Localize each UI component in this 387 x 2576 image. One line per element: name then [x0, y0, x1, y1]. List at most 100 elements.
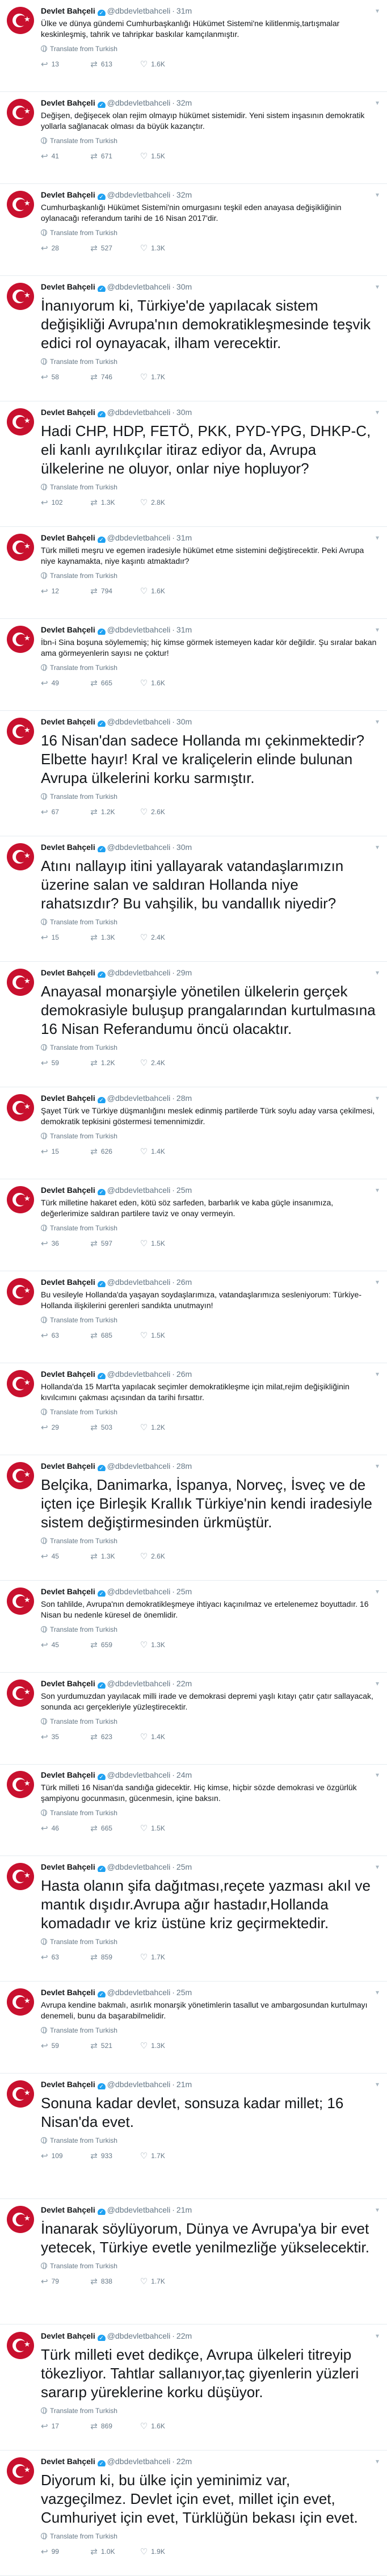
author-name[interactable]: Devlet Bahçeli [41, 408, 95, 417]
retweet-button[interactable]: ⇄ 623 [90, 1732, 138, 1742]
retweet-button[interactable]: ⇄ 613 [90, 59, 138, 69]
author-name[interactable]: Devlet Bahçeli [41, 2205, 95, 2214]
avatar[interactable]: ★ [7, 843, 34, 870]
retweet-button[interactable]: ⇄ 1.3K [90, 497, 138, 508]
chevron-down-icon[interactable]: ▾ [376, 1461, 379, 1471]
author-name[interactable]: Devlet Bahçeli [41, 190, 95, 199]
tweet[interactable]: ★ Devlet Bahçeli ✓ @dbdevletbahceli · 28m ▾ … [0, 1455, 387, 1581]
reply-button[interactable]: ↩ 12 [41, 586, 89, 596]
retweet-button[interactable]: ⇄ 1.2K [90, 1058, 138, 1068]
like-button[interactable]: ♡ 1.7K [140, 1952, 188, 1962]
like-button[interactable]: ♡ 1.4K [140, 1146, 188, 1157]
author-name[interactable]: Devlet Bahçeli [41, 1369, 95, 1379]
tweet-timestamp[interactable]: 30m [176, 843, 192, 852]
reply-button[interactable]: ↩ 46 [41, 1823, 89, 1833]
avatar[interactable]: ★ [7, 191, 34, 218]
chevron-down-icon[interactable]: ▾ [376, 717, 379, 727]
reply-button[interactable]: ↩ 28 [41, 243, 89, 253]
translate-link[interactable]: Translate from Turkish [41, 1408, 379, 1417]
author-name[interactable]: Devlet Bahçeli [41, 282, 95, 291]
author-handle[interactable]: @dbdevletbahceli [107, 533, 171, 542]
author-name[interactable]: Devlet Bahçeli [41, 1186, 95, 1195]
author-handle[interactable]: @dbdevletbahceli [107, 190, 171, 199]
author-handle[interactable]: @dbdevletbahceli [107, 2205, 171, 2214]
author-handle[interactable]: @dbdevletbahceli [107, 1862, 171, 1871]
chevron-down-icon[interactable]: ▾ [376, 2205, 379, 2215]
retweet-button[interactable]: ⇄ 794 [90, 586, 138, 596]
author-name[interactable]: Devlet Bahçeli [41, 1770, 95, 1779]
chevron-down-icon[interactable]: ▾ [376, 842, 379, 852]
translate-link[interactable]: Translate from Turkish [41, 2532, 379, 2541]
reply-button[interactable]: ↩ 58 [41, 372, 89, 382]
tweet[interactable]: ★ Devlet Bahçeli ✓ @dbdevletbahceli · 24m ▾ … [0, 1764, 387, 1856]
chevron-down-icon[interactable]: ▾ [376, 407, 379, 417]
chevron-down-icon[interactable]: ▾ [376, 2456, 379, 2466]
author-name[interactable]: Devlet Bahçeli [41, 1094, 95, 1103]
like-button[interactable]: ♡ 1.3K [140, 243, 188, 253]
retweet-button[interactable]: ⇄ 521 [90, 2041, 138, 2051]
translate-link[interactable]: Translate from Turkish [41, 1937, 379, 1946]
chevron-down-icon[interactable]: ▾ [376, 1586, 379, 1597]
author-handle[interactable]: @dbdevletbahceli [107, 282, 171, 291]
tweet[interactable]: ★ Devlet Bahçeli ✓ @dbdevletbahceli · 21m ▾ … [0, 2074, 387, 2199]
retweet-button[interactable]: ⇄ 838 [90, 2276, 138, 2286]
avatar[interactable]: ★ [7, 626, 34, 653]
author-handle[interactable]: @dbdevletbahceli [107, 1679, 171, 1688]
like-button[interactable]: ♡ 1.3K [140, 1640, 188, 1650]
translate-link[interactable]: Translate from Turkish [41, 571, 379, 580]
reply-button[interactable]: ↩ 59 [41, 1058, 89, 1068]
retweet-button[interactable]: ⇄ 671 [90, 151, 138, 161]
tweet-timestamp[interactable]: 22m [176, 2457, 192, 2466]
avatar[interactable]: ★ [7, 1094, 34, 1121]
tweet-timestamp[interactable]: 30m [176, 717, 192, 726]
author-name[interactable]: Devlet Bahçeli [41, 533, 95, 542]
author-name[interactable]: Devlet Bahçeli [41, 2080, 95, 2089]
translate-link[interactable]: Translate from Turkish [41, 228, 379, 237]
like-button[interactable]: ♡ 2.4K [140, 932, 188, 943]
chevron-down-icon[interactable]: ▾ [376, 1277, 379, 1287]
like-button[interactable]: ♡ 2.6K [140, 807, 188, 817]
tweet[interactable]: ★ Devlet Bahçeli ✓ @dbdevletbahceli · 28m ▾ … [0, 1087, 387, 1179]
author-name[interactable]: Devlet Bahçeli [41, 625, 95, 634]
translate-link[interactable]: Translate from Turkish [41, 1625, 379, 1634]
reply-button[interactable]: ↩ 79 [41, 2276, 89, 2286]
translate-link[interactable]: Translate from Turkish [41, 1132, 379, 1141]
author-name[interactable]: Devlet Bahçeli [41, 98, 95, 107]
retweet-button[interactable]: ⇄ 746 [90, 372, 138, 382]
translate-link[interactable]: Translate from Turkish [41, 1536, 379, 1545]
translate-link[interactable]: Translate from Turkish [41, 663, 379, 672]
avatar[interactable]: ★ [7, 534, 34, 561]
chevron-down-icon[interactable]: ▾ [376, 282, 379, 292]
tweet[interactable]: ★ Devlet Bahçeli ✓ @dbdevletbahceli · 22m ▾ … [0, 1673, 387, 1765]
author-handle[interactable]: @dbdevletbahceli [107, 6, 171, 15]
avatar[interactable]: ★ [7, 1863, 34, 1890]
author-handle[interactable]: @dbdevletbahceli [107, 408, 171, 417]
tweet-timestamp[interactable]: 24m [176, 1770, 192, 1779]
like-button[interactable]: ♡ 2.8K [140, 497, 188, 508]
translate-link[interactable]: Translate from Turkish [41, 1224, 379, 1233]
reply-button[interactable]: ↩ 41 [41, 151, 89, 161]
reply-button[interactable]: ↩ 13 [41, 59, 89, 69]
tweet-timestamp[interactable]: 25m [176, 1862, 192, 1871]
author-handle[interactable]: @dbdevletbahceli [107, 2331, 171, 2340]
avatar[interactable]: ★ [7, 7, 34, 34]
reply-button[interactable]: ↩ 63 [41, 1952, 89, 1962]
retweet-button[interactable]: ⇄ 1.3K [90, 1551, 138, 1561]
tweet[interactable]: ★ Devlet Bahçeli ✓ @dbdevletbahceli · 31m ▾ … [0, 0, 387, 92]
tweet[interactable]: ★ Devlet Bahçeli ✓ @dbdevletbahceli · 25m ▾ … [0, 1179, 387, 1271]
chevron-down-icon[interactable]: ▾ [376, 1093, 379, 1103]
like-button[interactable]: ♡ 1.5K [140, 151, 188, 161]
author-handle[interactable]: @dbdevletbahceli [107, 1770, 171, 1779]
tweet[interactable]: ★ Devlet Bahçeli ✓ @dbdevletbahceli · 30m ▾ … [0, 401, 387, 527]
author-name[interactable]: Devlet Bahçeli [41, 843, 95, 852]
translate-link[interactable]: Translate from Turkish [41, 1717, 379, 1726]
retweet-button[interactable]: ⇄ 685 [90, 1330, 138, 1341]
avatar[interactable]: ★ [7, 1679, 34, 1707]
tweet[interactable]: ★ Devlet Bahçeli ✓ @dbdevletbahceli · 30m ▾ … [0, 276, 387, 401]
tweet[interactable]: ★ Devlet Bahçeli ✓ @dbdevletbahceli · 25m ▾ … [0, 1856, 387, 1982]
like-button[interactable]: ♡ 1.5K [140, 1823, 188, 1833]
chevron-down-icon[interactable]: ▾ [376, 1987, 379, 1997]
tweet[interactable]: ★ Devlet Bahçeli ✓ @dbdevletbahceli · 25m ▾ … [0, 1581, 387, 1673]
avatar[interactable]: ★ [7, 1462, 34, 1489]
tweet[interactable]: ★ Devlet Bahçeli ✓ @dbdevletbahceli · 31m ▾ … [0, 527, 387, 619]
